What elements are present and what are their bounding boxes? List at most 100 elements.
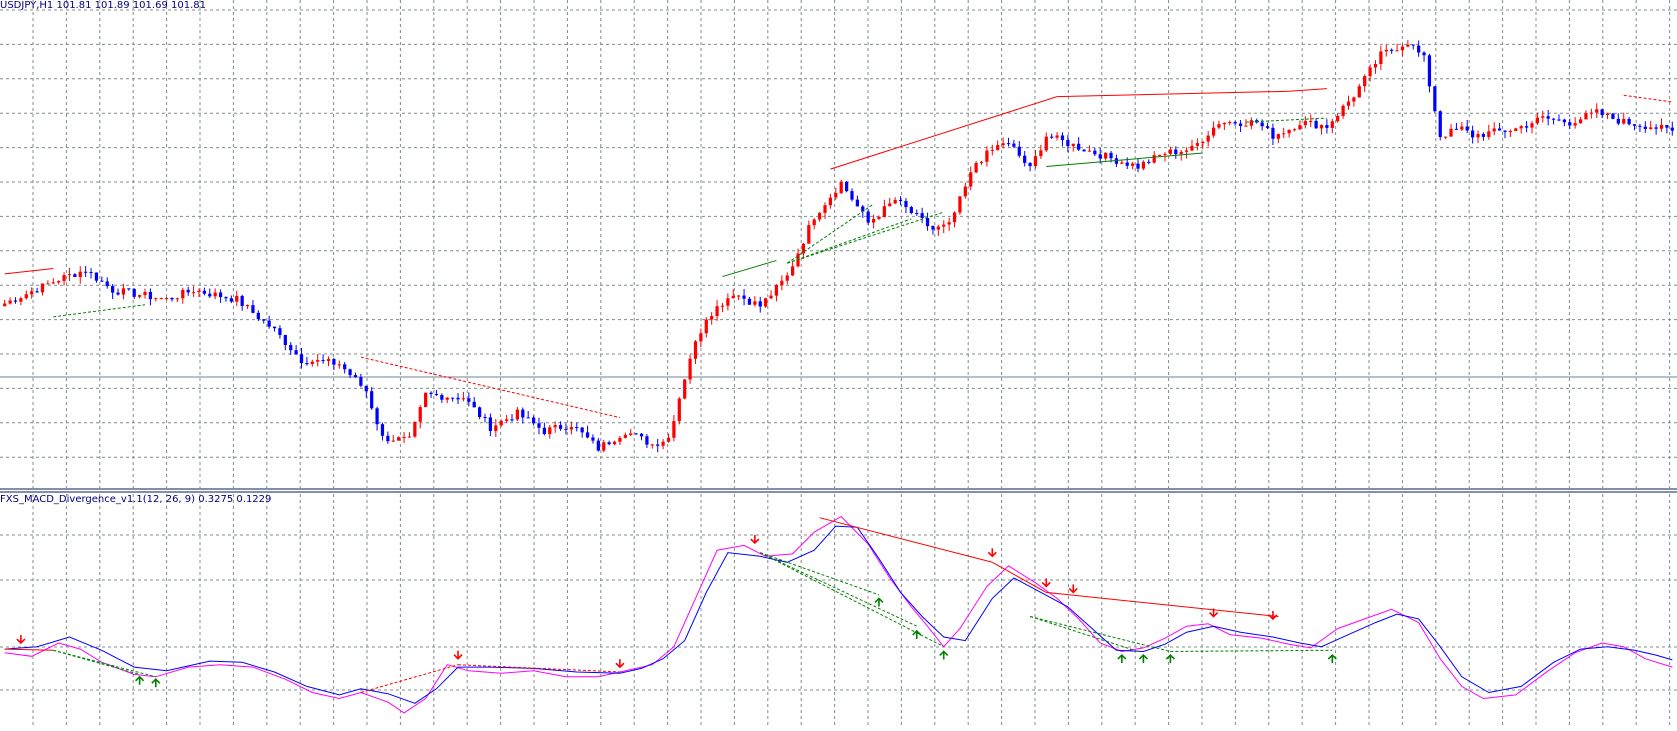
candle-body (1670, 127, 1674, 131)
candle-body (958, 196, 962, 213)
candle-body (1228, 122, 1232, 124)
candle-body (1136, 163, 1140, 169)
candle-body (1611, 113, 1615, 119)
price-divergence-line (4, 268, 54, 275)
macd-divergence-line (1046, 591, 1279, 618)
candle-body (175, 298, 180, 300)
macd-divergence-line (458, 664, 620, 673)
divergence-arrows (16, 535, 1337, 688)
candle-body (979, 161, 984, 163)
candle-body (769, 295, 773, 299)
macd-divergence-line (760, 552, 880, 596)
candle-body (137, 295, 142, 297)
grid (0, 0, 1677, 727)
panel-separator[interactable] (0, 488, 1677, 493)
macd-divergence-line (1170, 649, 1333, 652)
candle-body (1654, 127, 1658, 129)
candle-body (62, 275, 66, 281)
candle-body (1632, 124, 1637, 126)
candle-body (715, 306, 719, 317)
candle-body (537, 423, 541, 428)
candle-body (1573, 123, 1577, 126)
candle-body (321, 360, 325, 362)
candle-body (871, 219, 876, 223)
candle-body (656, 444, 660, 446)
candle-body (24, 294, 28, 299)
candle-body (418, 407, 422, 422)
candle-body (272, 326, 277, 329)
candle-body (1438, 111, 1442, 138)
candle-body (602, 442, 606, 451)
candle-body (1309, 120, 1313, 122)
candle-body (467, 398, 471, 402)
candle-body (57, 280, 61, 283)
candle-body (1503, 130, 1507, 132)
candle-body (267, 320, 271, 327)
candle-body (1260, 122, 1264, 127)
candle-body (213, 292, 217, 297)
candle-body (461, 398, 466, 400)
candle-body (391, 440, 395, 442)
macd-divergence-line (760, 552, 917, 627)
candle-body (111, 286, 115, 293)
candle-body (542, 427, 546, 435)
candle-body (1357, 86, 1361, 98)
candle-body (67, 274, 72, 276)
candle-body (1659, 125, 1664, 129)
candle-body (1411, 44, 1415, 46)
candle-body (348, 369, 352, 376)
candle-body (639, 433, 644, 437)
candle-body (1368, 67, 1372, 77)
candle-body (1006, 143, 1011, 145)
price-divergence-line (787, 211, 944, 264)
candle-body (645, 436, 649, 445)
candle-body (731, 295, 735, 299)
candle-body (472, 401, 476, 408)
candle-body (1530, 123, 1534, 128)
up-arrow-icon (1138, 653, 1148, 664)
candle-body (893, 200, 897, 204)
candle-body (1384, 49, 1388, 52)
candle-body (235, 295, 239, 302)
candle-body (1638, 125, 1642, 127)
candle-body (94, 272, 99, 281)
candle-body (591, 437, 595, 441)
candle-body (1557, 119, 1561, 121)
candle-body (1551, 118, 1556, 120)
candle-body (1087, 150, 1092, 152)
candle-body (143, 291, 147, 296)
candle-body (121, 288, 126, 295)
candle-body (548, 427, 552, 435)
down-arrow-icon (1068, 584, 1078, 594)
candle-body (1298, 125, 1302, 130)
candle-body (1303, 121, 1307, 126)
candle-body (440, 395, 444, 400)
candle-body (1406, 44, 1410, 47)
chart-area[interactable]: USDJPY,H1 101.81 101.89 101.69 101.81 FX… (0, 0, 1677, 727)
price-divergence-line (786, 203, 874, 264)
candle-body (1082, 149, 1086, 152)
candle-body (650, 444, 654, 446)
candle-body (73, 274, 77, 278)
candle-body (100, 280, 104, 282)
candle-body (1422, 52, 1426, 56)
candle-body (952, 212, 957, 223)
candle-body (1201, 141, 1205, 144)
price-divergence-line (1289, 88, 1327, 92)
candle-body (526, 417, 530, 419)
candle-body (456, 397, 460, 400)
candle-body (299, 354, 304, 364)
chart-canvas[interactable] (0, 0, 1677, 727)
candle-body (1190, 145, 1194, 151)
candle-body (753, 301, 757, 305)
candle-body (413, 421, 417, 437)
candle-body (1562, 119, 1566, 123)
price-divergence-line (787, 218, 912, 264)
candle-body (240, 295, 244, 306)
candle-body (434, 393, 439, 396)
candle-body (1028, 162, 1032, 167)
candle-body (1147, 161, 1151, 163)
candle-body (364, 385, 368, 392)
candle-body (531, 417, 536, 424)
candle-body (1233, 122, 1237, 124)
